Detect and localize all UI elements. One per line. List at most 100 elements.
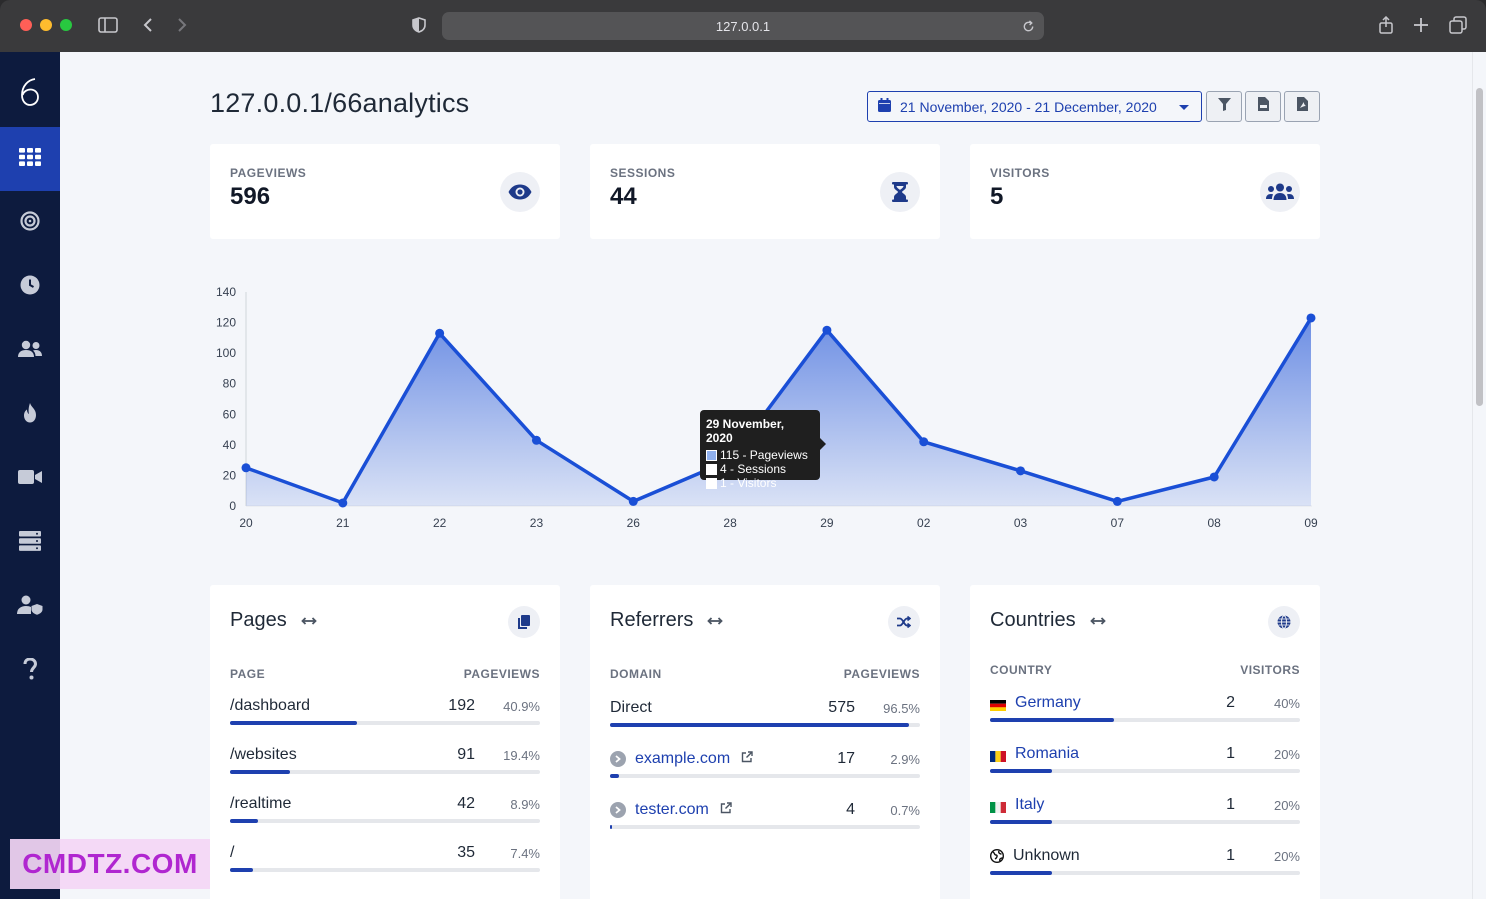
data-point[interactable] (241, 463, 251, 473)
list-item[interactable]: /dashboard 192 40.9% (230, 697, 540, 737)
y-tick-label: 80 (223, 377, 237, 391)
user-shield-icon (17, 595, 43, 620)
expand-arrows-icon[interactable] (300, 609, 317, 632)
logo-six-icon (21, 78, 39, 106)
list-item[interactable]: Unknown 1 20% (989, 847, 1300, 887)
export-pdf-button[interactable] (1284, 91, 1320, 122)
filter-button[interactable] (1206, 91, 1242, 122)
referrers-panel: Referrers DOMAIN PAGEVIEWS Direct 575 96… (590, 585, 940, 899)
tab-overview-icon[interactable] (1447, 14, 1469, 36)
column-header-page: PAGE (230, 667, 266, 681)
row-label: /dashboard (230, 697, 311, 714)
data-point[interactable] (1016, 466, 1026, 476)
data-point[interactable] (338, 498, 348, 508)
reload-icon[interactable] (1018, 16, 1038, 36)
pages-panel: Pages PAGE PAGEVIEWS /dashboard 192 40.9… (210, 585, 560, 899)
tooltip-value: 115 - Pageviews (720, 448, 808, 462)
progress-track (610, 825, 920, 829)
x-tick-label: 26 (627, 516, 641, 530)
hourglass-icon (880, 172, 920, 212)
close-window-button[interactable] (20, 19, 32, 31)
row-label[interactable]: example.com (610, 750, 753, 768)
x-tick-label: 02 (917, 516, 931, 530)
main-content: 127.0.0.1/66analytics 21 November, 2020 … (60, 52, 1472, 899)
data-point[interactable] (1306, 313, 1316, 323)
list-item[interactable]: /realtime 42 8.9% (230, 795, 540, 835)
row-count: 35 (457, 844, 475, 861)
sidebar-item-help[interactable] (0, 639, 60, 703)
list-item[interactable]: / 35 7.4% (230, 844, 540, 884)
panel-title: Countries (990, 609, 1106, 632)
scrollbar-thumb[interactable] (1476, 88, 1483, 406)
sidebar-item-teams[interactable] (0, 575, 60, 639)
y-tick-label: 140 (216, 285, 236, 299)
data-point[interactable] (919, 437, 929, 447)
country-link[interactable]: Germany (1015, 694, 1081, 712)
stat-card-pageviews: PAGEVIEWS 596 (210, 144, 560, 239)
page-scrollbar[interactable] (1472, 52, 1486, 899)
list-item[interactable]: Direct 575 96.5% (610, 699, 920, 739)
sidebar-item-dashboard[interactable] (0, 127, 60, 191)
progress-bar (230, 868, 253, 872)
sidebar-item-heatmaps[interactable] (0, 383, 60, 447)
referrer-link[interactable]: tester.com (635, 801, 709, 819)
data-point[interactable] (1209, 472, 1219, 482)
country-link[interactable]: Romania (1015, 745, 1079, 763)
address-bar[interactable]: 127.0.0.1 (442, 12, 1044, 40)
new-tab-icon[interactable] (1410, 14, 1432, 36)
list-item[interactable]: Italy 1 20% (990, 796, 1300, 836)
row-label[interactable]: Romania (990, 745, 1079, 763)
list-item[interactable]: /websites 91 19.4% (230, 746, 540, 786)
row-label[interactable]: Germany (990, 694, 1081, 712)
y-tick-label: 60 (223, 407, 237, 421)
logo[interactable] (0, 70, 60, 114)
external-link-icon[interactable] (720, 801, 732, 819)
row-label[interactable]: Italy (990, 796, 1044, 814)
sidebar-item-goals[interactable] (0, 191, 60, 255)
external-link-icon[interactable] (741, 750, 753, 768)
maximize-window-button[interactable] (60, 19, 72, 31)
expand-arrows-icon[interactable] (707, 609, 724, 632)
minimize-window-button[interactable] (40, 19, 52, 31)
data-point[interactable] (628, 496, 638, 506)
sidebar-item-realtime[interactable] (0, 255, 60, 319)
list-item[interactable]: Romania 1 20% (990, 745, 1300, 785)
row-label[interactable]: tester.com (610, 801, 732, 819)
data-point[interactable] (1112, 496, 1122, 506)
sidebar-toggle-icon[interactable] (97, 14, 119, 36)
stat-card-visitors: VISITORS 5 (970, 144, 1320, 239)
progress-track (230, 819, 540, 823)
progress-track (990, 871, 1300, 875)
country-link[interactable]: Italy (1015, 796, 1044, 814)
referrer-link[interactable]: example.com (635, 750, 730, 768)
row-label: Direct (610, 699, 652, 716)
list-item[interactable]: Germany 2 40% (990, 694, 1300, 734)
privacy-shield-icon[interactable] (408, 14, 430, 36)
row-count: 192 (448, 697, 475, 714)
chevron-right-icon[interactable] (610, 802, 626, 818)
data-point[interactable] (435, 328, 445, 338)
sidebar-item-visitors[interactable] (0, 319, 60, 383)
row-percent: 96.5% (883, 701, 920, 716)
filter-icon (1217, 97, 1231, 116)
sidebar-item-websites[interactable] (0, 511, 60, 575)
chevron-right-icon[interactable] (610, 751, 626, 767)
back-icon[interactable] (137, 14, 159, 36)
row-count: 17 (837, 750, 855, 767)
row-percent: 2.9% (890, 752, 920, 767)
fire-icon (22, 402, 38, 428)
tooltip-row-pageviews: 115 - Pageviews (706, 448, 814, 462)
row-percent: 40% (1273, 696, 1300, 711)
row-percent: 20% (1273, 747, 1300, 762)
list-item[interactable]: example.com 17 2.9% (610, 750, 920, 790)
expand-arrows-icon[interactable] (1089, 609, 1106, 632)
forward-icon[interactable] (171, 14, 193, 36)
data-point[interactable] (822, 325, 832, 335)
tooltip-value: 4 - Sessions (720, 462, 787, 476)
date-range-picker[interactable]: 21 November, 2020 - 21 December, 2020 (867, 91, 1202, 122)
sidebar-item-replays[interactable] (0, 447, 60, 511)
export-csv-button[interactable] (1245, 91, 1281, 122)
list-item[interactable]: tester.com 4 0.7% (610, 801, 920, 841)
share-icon[interactable] (1375, 14, 1397, 36)
data-point[interactable] (531, 435, 541, 445)
